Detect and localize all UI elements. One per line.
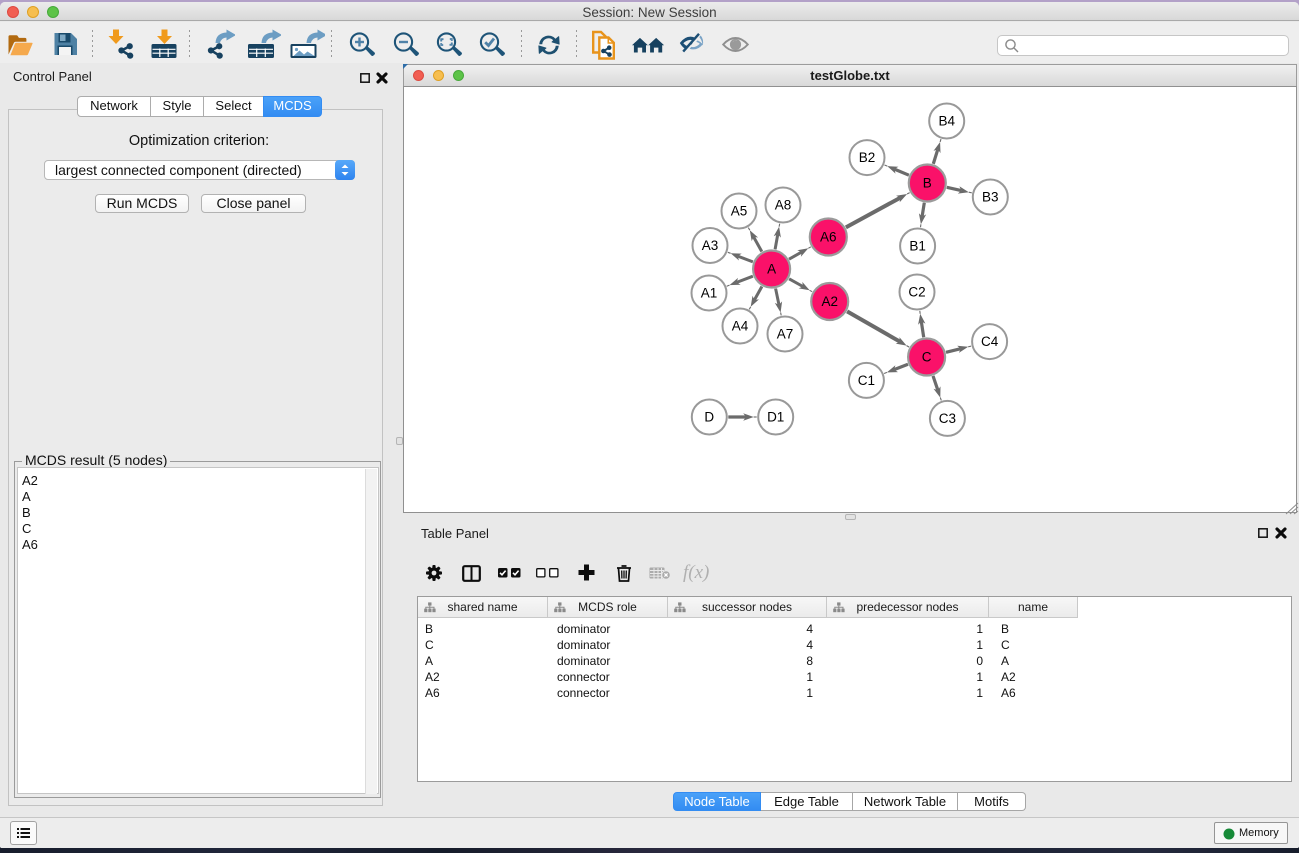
- svg-text:C1: C1: [858, 373, 875, 388]
- svg-text:C: C: [922, 350, 932, 365]
- svg-text:B2: B2: [859, 150, 876, 165]
- svg-text:B1: B1: [909, 239, 926, 254]
- svg-text:D: D: [704, 410, 714, 425]
- svg-text:B3: B3: [982, 190, 999, 205]
- svg-text:B: B: [923, 176, 932, 191]
- svg-text:A: A: [767, 262, 776, 277]
- svg-text:C2: C2: [908, 285, 925, 300]
- svg-text:A8: A8: [775, 198, 792, 213]
- svg-text:A6: A6: [820, 230, 837, 245]
- svg-text:A2: A2: [821, 294, 838, 309]
- svg-text:C4: C4: [981, 334, 999, 349]
- svg-text:A5: A5: [731, 204, 748, 219]
- svg-text:A4: A4: [732, 319, 749, 334]
- svg-text:D1: D1: [767, 410, 784, 425]
- svg-text:C3: C3: [939, 411, 956, 426]
- svg-text:A7: A7: [777, 327, 794, 342]
- svg-text:A3: A3: [702, 238, 719, 253]
- svg-text:A1: A1: [701, 286, 718, 301]
- svg-text:B4: B4: [938, 114, 955, 129]
